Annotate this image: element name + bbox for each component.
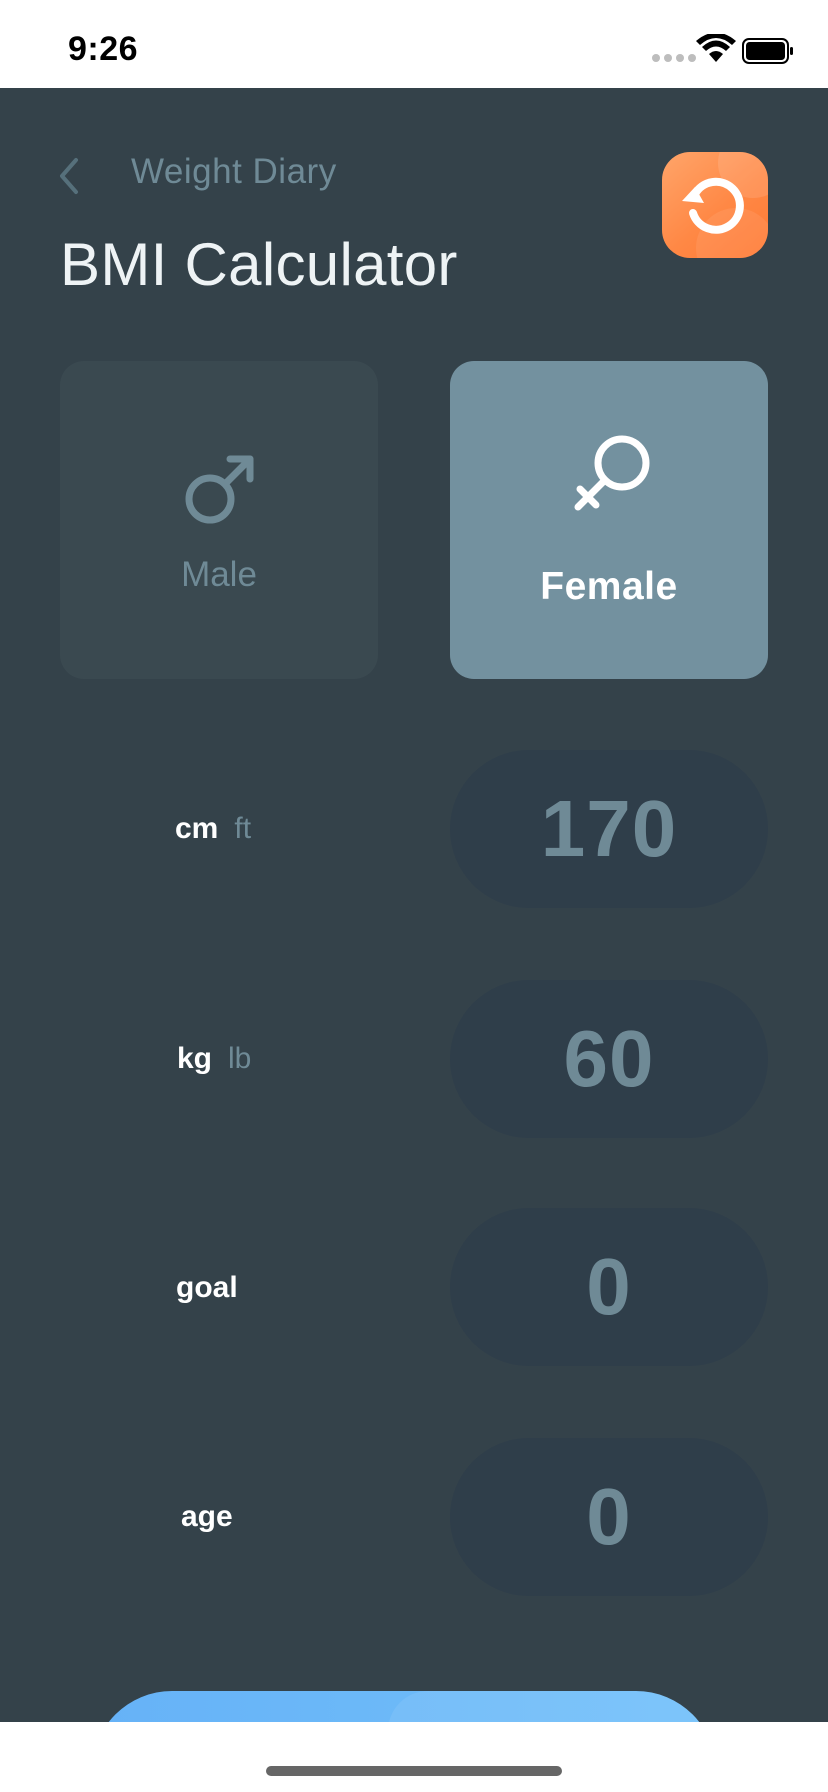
refresh-icon: [682, 177, 744, 234]
age-label-wrap: age: [181, 1492, 233, 1542]
battery-icon: [742, 38, 793, 64]
status-bar: 9:26: [0, 0, 828, 88]
goal-label-wrap: goal: [176, 1263, 238, 1313]
gender-female-label: Female: [540, 565, 678, 608]
unit-lb-option[interactable]: lb: [228, 1042, 251, 1076]
weight-unit-toggle: kg lb: [177, 1034, 251, 1084]
home-bar-area: [0, 1722, 828, 1792]
reset-button[interactable]: [662, 152, 768, 258]
back-chevron-icon[interactable]: [56, 156, 82, 196]
status-time: 9:26: [68, 30, 139, 68]
wifi-icon: [696, 34, 736, 62]
unit-kg-option[interactable]: kg: [177, 1042, 212, 1076]
height-unit-toggle: cm ft: [175, 804, 251, 854]
bmi-screen: Weight Diary BMI Calculator Male Female …: [0, 88, 828, 1722]
goal-label: goal: [176, 1271, 238, 1304]
signal-dots-icon: [652, 54, 696, 62]
goal-value-field[interactable]: 0: [450, 1208, 768, 1366]
weight-value: 60: [563, 1014, 655, 1103]
page-title: BMI Calculator: [60, 231, 458, 298]
gender-female-card[interactable]: Female: [450, 361, 768, 679]
unit-cm-option[interactable]: cm: [175, 812, 218, 846]
height-value-field[interactable]: 170: [450, 750, 768, 908]
home-indicator[interactable]: [266, 1766, 562, 1776]
gender-male-label: Male: [181, 555, 257, 594]
gender-male-card[interactable]: Male: [60, 361, 378, 679]
goal-value: 0: [586, 1242, 632, 1331]
weight-value-field[interactable]: 60: [450, 980, 768, 1138]
calculate-button[interactable]: [92, 1691, 716, 1722]
age-label: age: [181, 1500, 233, 1533]
height-value: 170: [540, 784, 678, 873]
male-symbol-icon: [185, 455, 254, 524]
back-nav-title[interactable]: Weight Diary: [131, 152, 337, 192]
female-symbol-icon: [574, 435, 650, 511]
age-value: 0: [586, 1472, 632, 1561]
unit-ft-option[interactable]: ft: [234, 812, 251, 846]
age-value-field[interactable]: 0: [450, 1438, 768, 1596]
